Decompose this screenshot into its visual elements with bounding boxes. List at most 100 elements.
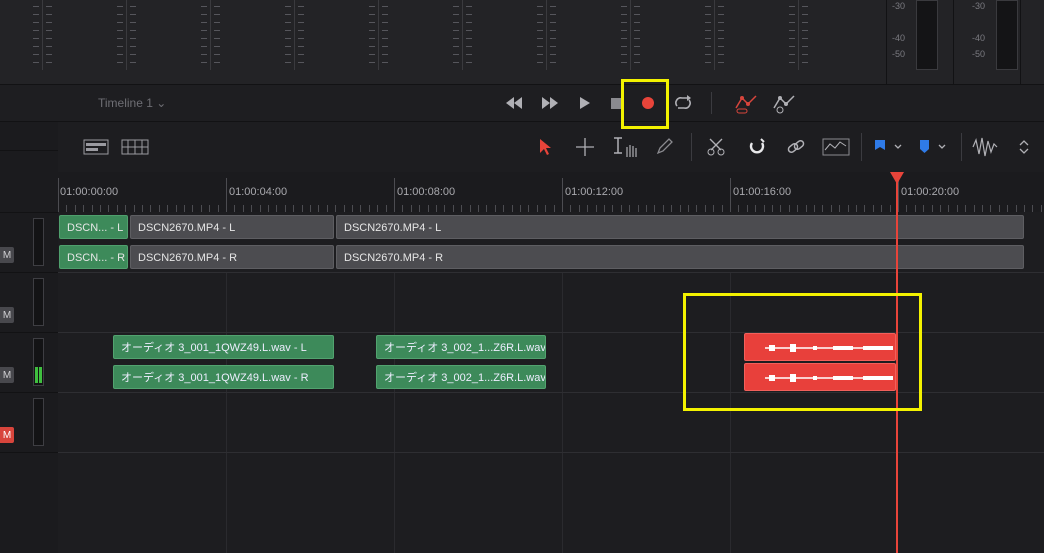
ruler-tick — [201, 205, 202, 212]
clip[interactable]: DSCN... - L — [59, 215, 128, 239]
clip[interactable]: オーディオ 3_002_1...Z6R.L.wav - L — [376, 335, 546, 359]
timeline-selector[interactable]: Timeline 1 ⌄ — [98, 96, 166, 110]
selection-tool-button[interactable] — [534, 136, 556, 158]
transport-separator — [711, 92, 712, 114]
fast-forward-button[interactable] — [539, 92, 561, 114]
clip[interactable]: オーディオ 3_001_1QWZ49.L.wav - R — [113, 365, 334, 389]
fader-tick — [789, 6, 795, 7]
waveform-zoom-button[interactable] — [821, 134, 851, 160]
fader-track — [42, 0, 43, 70]
link-button[interactable] — [784, 136, 808, 158]
ruler-tick — [176, 205, 177, 212]
ruler-tick — [234, 205, 235, 212]
audio-waveform-button[interactable] — [970, 134, 1000, 160]
ruler-timecode: 01:00:00:00 — [60, 186, 119, 198]
meter-divider — [886, 0, 887, 84]
fader-tick — [214, 62, 220, 63]
clip[interactable]: DSCN2670.MP4 - R — [336, 245, 1024, 269]
ruler-tick — [486, 205, 487, 212]
playhead-handle[interactable] — [890, 172, 904, 184]
playhead[interactable] — [896, 172, 898, 553]
fader-tick — [550, 22, 556, 23]
clip[interactable]: DSCN... - R — [59, 245, 128, 269]
fader-tick — [298, 30, 304, 31]
flag-dropdown[interactable] — [870, 136, 906, 158]
fader-tick — [634, 22, 640, 23]
automation-button[interactable] — [733, 90, 761, 116]
ruler-tick — [570, 205, 571, 212]
fader-tick — [718, 38, 724, 39]
trim-edit-icon — [614, 137, 637, 157]
stop-button[interactable] — [607, 92, 625, 114]
fader-tick — [466, 62, 472, 63]
fader-tick — [802, 22, 808, 23]
fader-track — [462, 0, 463, 70]
fader-track — [546, 0, 547, 70]
fader-tick — [718, 62, 724, 63]
marker-dropdown[interactable] — [914, 136, 950, 158]
timeline-view-button[interactable] — [82, 136, 110, 158]
db-label: -30 — [892, 1, 906, 11]
mute-button[interactable]: M — [0, 307, 14, 323]
range-select-button[interactable] — [573, 136, 597, 158]
track-grid-icon — [121, 139, 149, 155]
fader-tick — [705, 46, 711, 47]
play-button[interactable] — [575, 92, 595, 114]
fader-tick — [789, 38, 795, 39]
ruler-tick — [621, 205, 622, 212]
snap-button[interactable] — [745, 136, 769, 158]
fader-tick — [802, 30, 808, 31]
fader-tick — [46, 46, 52, 47]
grid-line — [394, 272, 395, 553]
mixer-panel: -30 -40 -50 -30 -40 -50 — [0, 0, 1044, 85]
clip[interactable]: DSCN2670.MP4 - L — [336, 215, 1024, 239]
razor-button[interactable] — [704, 136, 728, 158]
loop-button[interactable] — [672, 92, 694, 114]
fader-tick — [550, 14, 556, 15]
ruler-tick — [604, 205, 605, 212]
fader-tick — [718, 54, 724, 55]
ruler-tick — [125, 205, 126, 212]
fader-tick — [117, 38, 123, 39]
recording-clip[interactable] — [744, 333, 896, 361]
fader-tick — [285, 38, 291, 39]
ruler-tick — [982, 205, 983, 212]
fader-tick — [453, 54, 459, 55]
recording-clip[interactable] — [744, 363, 896, 391]
fader-tick — [117, 46, 123, 47]
fader-tick — [802, 46, 808, 47]
fader-tick — [382, 30, 388, 31]
ruler-tick — [638, 205, 639, 212]
mute-button[interactable]: M — [0, 247, 14, 263]
record-button[interactable] — [630, 90, 666, 116]
ruler-tick — [276, 205, 277, 212]
ruler-tick — [957, 205, 958, 212]
fader-tick — [537, 22, 543, 23]
clip[interactable]: DSCN2670.MP4 - L — [130, 215, 334, 239]
ruler-tick — [814, 205, 815, 212]
ruler-timecode: 01:00:08:00 — [397, 186, 456, 198]
ruler-tick — [293, 205, 294, 212]
mute-button-active[interactable]: M — [0, 427, 14, 443]
ruler-tick — [562, 178, 563, 212]
fader-tick — [453, 22, 459, 23]
trim-edit-button[interactable] — [611, 134, 641, 160]
fader-tick — [537, 14, 543, 15]
selection-arrow-icon — [540, 139, 551, 155]
fader-tick — [550, 38, 556, 39]
fader-tick — [117, 30, 123, 31]
fader-tick — [705, 14, 711, 15]
pencil-tool-button[interactable] — [652, 136, 676, 158]
clip[interactable]: DSCN2670.MP4 - R — [130, 245, 334, 269]
fader-tick — [621, 62, 627, 63]
clip[interactable]: オーディオ 3_002_1...Z6R.L.wav - R — [376, 365, 546, 389]
mute-button[interactable]: M — [0, 367, 14, 383]
rewind-button[interactable] — [503, 92, 525, 114]
ruler-tick — [377, 205, 378, 212]
track-grid-button[interactable] — [120, 136, 150, 158]
clip[interactable]: オーディオ 3_001_1QWZ49.L.wav - L — [113, 335, 334, 359]
fader-tick — [802, 54, 808, 55]
automation-settings-button[interactable] — [771, 90, 799, 116]
fader-tick — [201, 54, 207, 55]
expand-button[interactable] — [1014, 136, 1034, 158]
